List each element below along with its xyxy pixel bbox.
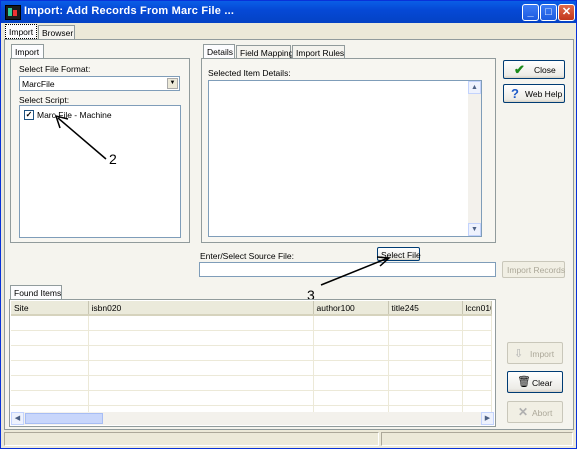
abort-button[interactable]: ✕ Abort [507, 401, 563, 423]
app-icon [5, 5, 21, 20]
close-icon: ✕ [561, 6, 572, 18]
file-format-select[interactable]: MarcFile ▼ [19, 76, 180, 91]
column-header-isbn[interactable]: isbn020 [88, 301, 314, 316]
scroll-left-icon[interactable]: ◀ [11, 412, 24, 425]
table-row[interactable] [11, 390, 492, 406]
table-row[interactable] [11, 315, 492, 331]
web-help-label: Web Help [525, 89, 563, 99]
table-row[interactable] [11, 360, 492, 376]
callout-2: 2 [109, 151, 117, 167]
column-header-title[interactable]: title245 [388, 301, 463, 316]
clear-label: Clear [532, 378, 553, 388]
scroll-thumb[interactable] [25, 413, 103, 424]
source-file-label: Enter/Select Source File: [200, 251, 295, 261]
details-scrollbar[interactable]: ▲ ▼ [468, 81, 481, 236]
clear-button[interactable]: 🗑 Clear [507, 371, 563, 393]
import-icon: ⇩ [514, 348, 524, 360]
import-label: Import [530, 349, 555, 359]
details-textarea[interactable]: ▲ ▼ [208, 80, 482, 237]
minimize-icon: _ [527, 6, 534, 18]
checkmark-icon: ✔ [514, 62, 525, 77]
table-row[interactable] [11, 330, 492, 346]
callout-arrow-2 [54, 114, 107, 160]
minimize-button[interactable]: _ [522, 4, 539, 21]
import-records-label: Import Records [507, 265, 566, 275]
close-label: Close [534, 65, 556, 75]
column-header-lccn[interactable]: lccn010 [462, 301, 492, 316]
tab-found-items[interactable]: Found Items [10, 285, 62, 300]
import-button[interactable]: ⇩ Import [507, 342, 563, 364]
tab-browser[interactable]: Browser [38, 25, 75, 40]
column-header-site[interactable]: Site [11, 301, 89, 316]
close-window-button[interactable]: ✕ [558, 4, 575, 21]
scroll-down-icon[interactable]: ▼ [468, 223, 481, 236]
tab-import[interactable]: Import [5, 24, 37, 39]
web-help-button[interactable]: ? Web Help [503, 84, 565, 103]
status-pane-secondary [381, 432, 573, 446]
window-title: Import: Add Records From Marc File ... [24, 5, 235, 17]
table-row[interactable] [11, 375, 492, 391]
script-checkbox[interactable]: ✓ [24, 110, 34, 120]
found-items-table[interactable]: Site isbn020 author100 title245 lccn010 [11, 301, 492, 421]
status-pane-main [4, 432, 379, 446]
close-button[interactable]: ✔ Close [503, 60, 565, 79]
file-format-label: Select File Format: [19, 64, 91, 74]
maximize-button[interactable]: □ [540, 4, 557, 21]
column-header-author[interactable]: author100 [313, 301, 389, 316]
maximize-icon: □ [545, 6, 552, 18]
chevron-down-icon[interactable]: ▼ [167, 78, 178, 89]
table-row[interactable] [11, 345, 492, 361]
file-format-value: MarcFile [22, 79, 55, 89]
scroll-right-icon[interactable]: ▶ [481, 412, 494, 425]
abort-icon: ✕ [518, 405, 529, 419]
callout-arrow-3 [320, 256, 391, 286]
help-icon: ? [511, 86, 519, 101]
status-bar [4, 432, 573, 446]
import-records-button[interactable]: Import Records [502, 261, 565, 278]
tab-import-inner[interactable]: Import [11, 44, 44, 59]
abort-label: Abort [532, 408, 553, 418]
script-label: Select Script: [19, 95, 70, 105]
found-items-panel: Site isbn020 author100 title245 lccn010 … [9, 299, 496, 427]
horizontal-scrollbar[interactable]: ◀ ▶ [11, 412, 494, 425]
trash-icon: 🗑 [517, 376, 531, 388]
tab-details[interactable]: Details [203, 44, 235, 59]
scroll-up-icon[interactable]: ▲ [468, 81, 481, 94]
details-label: Selected Item Details: [208, 68, 291, 78]
title-bar[interactable]: Import: Add Records From Marc File ... _… [1, 1, 576, 23]
import-window: Import: Add Records From Marc File ... _… [0, 0, 577, 449]
